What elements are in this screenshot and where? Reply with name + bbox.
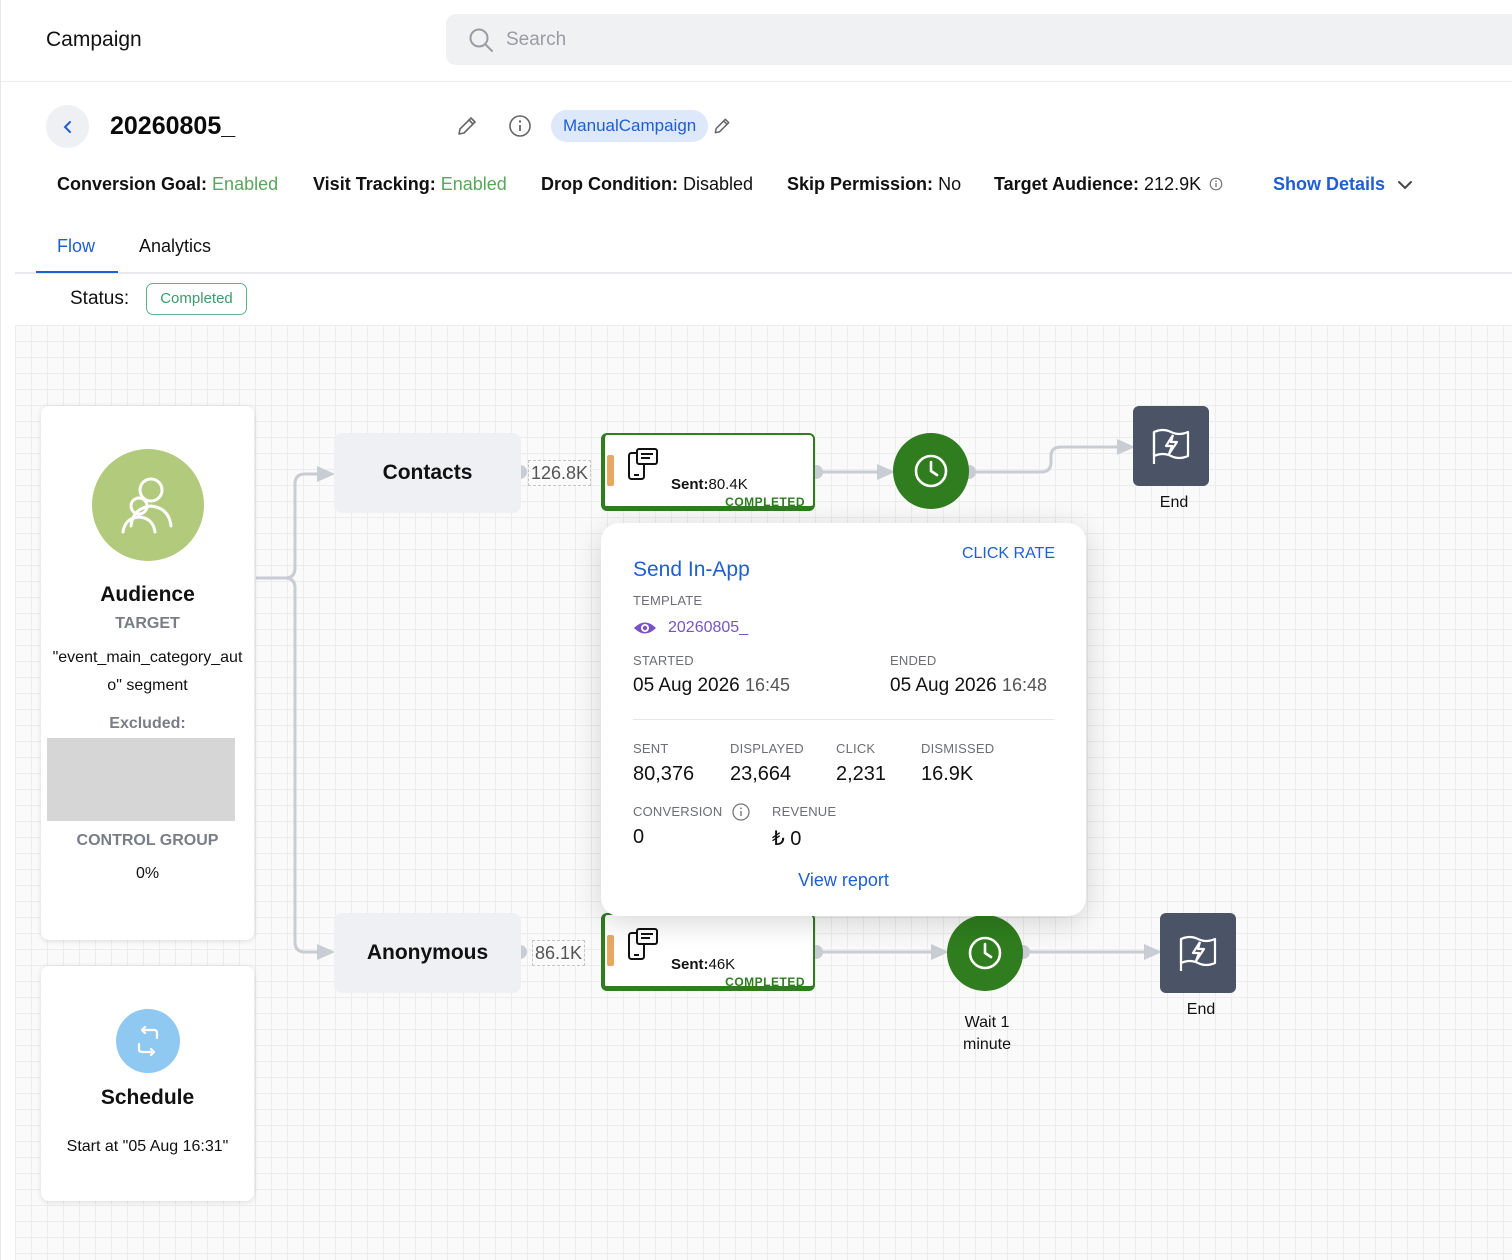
- info-small-icon[interactable]: [1209, 177, 1223, 191]
- inapp-details-popup: CLICK RATE Send In-App TEMPLATE 20260805…: [601, 523, 1086, 916]
- popup-title: Send In-App: [633, 558, 750, 581]
- meta-skip-permission: Skip Permission: No: [787, 174, 962, 194]
- edit-tag-icon[interactable]: [712, 116, 732, 136]
- audience-target-label: TARGET: [115, 615, 180, 632]
- schedule-icon-circle: [116, 1009, 180, 1073]
- flag-bolt-icon: [1179, 935, 1217, 971]
- search-input[interactable]: Search: [446, 14, 1512, 65]
- chevron-left-icon: [63, 120, 71, 133]
- meta-target-audience: Target Audience: 212.9K: [994, 174, 1223, 195]
- stat-sent-value: 80,376: [633, 763, 695, 785]
- node-handle: [607, 455, 614, 486]
- audience-card[interactable]: Audience TARGET "event_main_category_aut…: [41, 406, 254, 940]
- edit-name-icon[interactable]: [455, 114, 479, 138]
- back-button[interactable]: [46, 105, 89, 148]
- wait-node-anonymous[interactable]: [947, 915, 1023, 991]
- contacts-count: 126.8K: [528, 460, 592, 486]
- inapp-message-icon: [628, 448, 658, 480]
- template-label: TEMPLATE: [633, 593, 703, 608]
- wait-node-contacts[interactable]: [893, 433, 969, 509]
- tab-flow[interactable]: Flow: [57, 236, 95, 257]
- revenue-label: REVENUE: [772, 804, 837, 819]
- end-label-contacts: End: [1159, 494, 1189, 511]
- repeat-icon: [137, 1025, 159, 1057]
- meta-drop-condition: Drop Condition: Disabled: [541, 174, 754, 194]
- audience-excluded-label: Excluded:: [109, 715, 186, 732]
- chevron-down-icon: [1398, 181, 1412, 190]
- status-badge: Completed: [146, 283, 247, 315]
- contacts-node-state: COMPLETED: [725, 495, 805, 509]
- schedule-title: Schedule: [100, 1086, 195, 1109]
- clock-icon: [968, 936, 1002, 970]
- wait-label: Wait 1 minute: [962, 1014, 1012, 1053]
- ended-label: ENDED: [890, 653, 937, 668]
- inapp-message-icon: [628, 928, 658, 960]
- click-rate-button[interactable]: CLICK RATE: [962, 545, 1055, 563]
- stat-click-value: 2,231: [836, 763, 887, 785]
- anonymous-sent: Sent:46K: [671, 956, 736, 973]
- stat-displayed-label: DISPLAYED: [730, 741, 804, 756]
- end-label-anonymous: End: [1186, 1001, 1216, 1018]
- template-name: 20260805_: [668, 619, 749, 636]
- branch-anonymous[interactable]: Anonymous: [334, 913, 521, 993]
- meta-conversion-goal: Conversion Goal: Enabled: [57, 174, 279, 194]
- inapp-node-contacts[interactable]: Sent:80.4K COMPLETED: [601, 433, 815, 511]
- stat-dismissed-label: DISMISSED: [921, 741, 995, 756]
- campaign-tag[interactable]: ManualCampaign: [551, 110, 709, 142]
- conversion-value: 0: [633, 826, 645, 848]
- revenue-value: ₺ 0: [772, 828, 802, 850]
- active-tab-indicator: [36, 271, 118, 273]
- app-title: Campaign: [46, 28, 142, 51]
- anonymous-count: 86.1K: [532, 940, 586, 966]
- audience-segment: "event_main_category_auto" segment: [52, 649, 243, 694]
- campaign-name: 20260805_: [110, 112, 236, 140]
- tab-analytics[interactable]: Analytics: [139, 236, 211, 257]
- schedule-start: Start at "05 Aug 16:31": [66, 1138, 229, 1155]
- popup-divider: [633, 719, 1054, 720]
- audience-icon-circle: [92, 449, 204, 561]
- contacts-sent: Sent:80.4K: [671, 476, 748, 493]
- eye-icon: [634, 622, 656, 634]
- ended-value: 05 Aug 2026 16:48: [890, 675, 1048, 696]
- stat-displayed-value: 23,664: [730, 763, 792, 785]
- stat-dismissed-value: 16.9K: [921, 763, 974, 785]
- conversion-label: CONVERSION: [633, 804, 723, 819]
- excluded-redacted-area: [47, 738, 235, 821]
- stat-click-label: CLICK: [836, 741, 876, 756]
- info-icon[interactable]: [508, 114, 532, 138]
- audience-title: Audience: [100, 583, 195, 606]
- top-bar: Campaign Search: [1, 0, 1512, 82]
- end-node-contacts[interactable]: [1133, 406, 1209, 486]
- show-details-button[interactable]: Show Details: [1273, 174, 1412, 195]
- users-icon: [121, 477, 173, 534]
- branch-contacts[interactable]: Contacts: [334, 433, 521, 513]
- node-handle: [607, 935, 614, 966]
- anonymous-node-state: COMPLETED: [725, 975, 805, 989]
- info-icon[interactable]: [732, 803, 750, 821]
- started-label: STARTED: [633, 653, 694, 668]
- end-node-anonymous[interactable]: [1160, 913, 1236, 993]
- clock-icon: [914, 454, 948, 488]
- schedule-card[interactable]: Schedule Start at "05 Aug 16:31": [41, 966, 254, 1201]
- started-value: 05 Aug 2026 16:45: [633, 675, 791, 696]
- view-report-link[interactable]: View report: [601, 870, 1086, 891]
- control-group-value: 0%: [135, 865, 160, 882]
- tab-bar: Flow Analytics: [15, 220, 1512, 274]
- control-group-label: CONTROL GROUP: [76, 832, 219, 849]
- inapp-node-anonymous[interactable]: Sent:46K COMPLETED: [601, 913, 815, 991]
- status-label: Status:: [70, 288, 130, 309]
- search-placeholder: Search: [506, 29, 567, 50]
- flag-bolt-icon: [1152, 428, 1190, 464]
- search-icon: [469, 28, 493, 52]
- campaign-page: Campaign Search 20260805_ ManualCampaign…: [0, 0, 1512, 1260]
- stat-sent-label: SENT: [633, 741, 669, 756]
- meta-visit-tracking: Visit Tracking: Enabled: [313, 174, 507, 194]
